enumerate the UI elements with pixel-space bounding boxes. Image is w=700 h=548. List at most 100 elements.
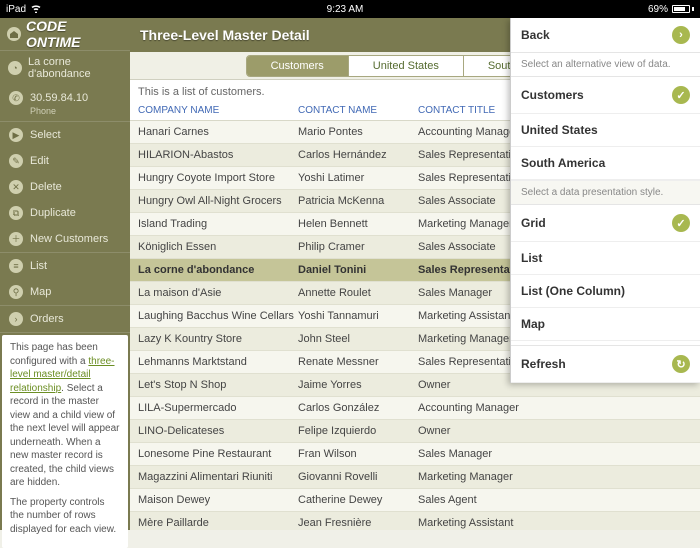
cell-company: Lehmanns Marktstand [138, 356, 298, 368]
popover-style-item[interactable]: List (One Column) [511, 275, 700, 308]
info-box: This page has been configured with a thr… [2, 335, 128, 548]
cell-company: Lonesome Pine Restaurant [138, 448, 298, 460]
sidebar-record-label: La corne d'abondance [28, 56, 122, 80]
check-icon: ✓ [672, 214, 690, 232]
page-title: Three-Level Master Detail [140, 27, 310, 43]
sidebar-item-select[interactable]: ▶ Select [0, 122, 130, 148]
popover-item-label: Grid [521, 216, 672, 230]
popover-item-label: South America [521, 156, 690, 170]
cell-company: Mère Paillarde [138, 517, 298, 529]
check-icon: ✓ [672, 86, 690, 104]
popover-style-item[interactable]: Map [511, 308, 700, 341]
cell-company: Laughing Bacchus Wine Cellars [138, 310, 298, 322]
cell-contact: Jean Fresnière [298, 517, 418, 529]
sidebar-server-label: 30.59.84.10 [30, 92, 88, 104]
cell-company: La maison d'Asie [138, 287, 298, 299]
sidebar-item-label: List [30, 260, 47, 272]
cell-company: La corne d'abondance [138, 264, 298, 276]
brand-label: CODE ONTIME [26, 18, 124, 50]
sidebar-server-sub: Phone [0, 106, 130, 121]
popover-refresh[interactable]: Refresh ↻ [511, 345, 700, 383]
refresh-icon: ↻ [672, 355, 690, 373]
popover-style-item[interactable]: List [511, 242, 700, 275]
cell-company: Island Trading [138, 218, 298, 230]
pencil-icon: ✎ [8, 153, 24, 169]
chevron-right-icon: › [8, 311, 24, 327]
copy-icon: ⧉ [8, 205, 24, 221]
table-row[interactable]: Magazzini Alimentari RiunitiGiovanni Rov… [130, 466, 700, 489]
sidebar-server[interactable]: ✆ 30.59.84.10 [0, 85, 130, 106]
sidebar-item-delete[interactable]: ✕ Delete [0, 174, 130, 200]
sidebar-item-label: Select [30, 129, 61, 141]
sidebar-view-map[interactable]: ⚲ Map [0, 279, 130, 305]
popover-view-item[interactable]: United States [511, 114, 700, 147]
sidebar-record[interactable]: ◔ La corne d'abondance [0, 51, 130, 85]
sidebar-item-duplicate[interactable]: ⧉ Duplicate [0, 200, 130, 226]
cell-contact: Yoshi Latimer [298, 172, 418, 184]
sidebar-item-label: Delete [30, 181, 62, 193]
popover-refresh-label: Refresh [521, 357, 672, 371]
cell-company: Hanari Carnes [138, 126, 298, 138]
popover-caption: Select a data presentation style. [511, 180, 700, 205]
popover-back[interactable]: Back › [511, 18, 700, 53]
cell-contact: Catherine Dewey [298, 494, 418, 506]
sidebar-item-new[interactable]: ＋ New Customers [0, 226, 130, 252]
brand-header[interactable]: CODE ONTIME [0, 18, 130, 50]
cell-company: Hungry Owl All-Night Grocers [138, 195, 298, 207]
cell-company: Lazy K Kountry Store [138, 333, 298, 345]
table-row[interactable]: Maison DeweyCatherine DeweySales Agent [130, 489, 700, 512]
table-row[interactable]: Mère PaillardeJean FresnièreMarketing As… [130, 512, 700, 530]
table-row[interactable]: LINO-DelicatesesFelipe IzquierdoOwner [130, 420, 700, 443]
cell-title: Owner [418, 425, 692, 437]
sidebar-view-list[interactable]: ≡ List [0, 253, 130, 279]
clock-icon: ◔ [8, 60, 22, 76]
view-menu-popover: Back › Select an alternative view of dat… [510, 18, 700, 383]
sidebar-item-edit[interactable]: ✎ Edit [0, 148, 130, 174]
cell-company: Maison Dewey [138, 494, 298, 506]
popover-item-label: List [521, 251, 690, 265]
tab-customers[interactable]: Customers [247, 56, 349, 76]
home-icon [6, 26, 22, 42]
list-icon: ≡ [8, 258, 24, 274]
sidebar-item-label: Map [30, 286, 51, 298]
cell-company: Let's Stop N Shop [138, 379, 298, 391]
play-icon: ▶ [8, 127, 24, 143]
map-icon: ⚲ [8, 284, 24, 300]
main-content: Three-Level Master Detail CustomersUnite… [130, 18, 700, 530]
cell-company: Hungry Coyote Import Store [138, 172, 298, 184]
popover-back-label: Back [521, 28, 672, 42]
popover-item-label: United States [521, 123, 690, 137]
popover-view-item[interactable]: Customers✓ [511, 77, 700, 114]
cell-contact: Annette Roulet [298, 287, 418, 299]
popover-style-item[interactable]: Grid✓ [511, 205, 700, 242]
popover-item-label: Map [521, 317, 690, 331]
tab-united-states[interactable]: United States [349, 56, 464, 76]
col-contact[interactable]: CONTACT NAME [298, 105, 418, 116]
cell-contact: Renate Messner [298, 356, 418, 368]
cell-contact: Carlos González [298, 402, 418, 414]
table-row[interactable]: Lonesome Pine RestaurantFran WilsonSales… [130, 443, 700, 466]
battery-percent: 69% [648, 4, 668, 15]
sidebar-item-label: Edit [30, 155, 49, 167]
popover-caption: Select an alternative view of data. [511, 53, 700, 77]
sidebar-orders[interactable]: › Orders [0, 306, 130, 332]
cell-company: LINO-Delicateses [138, 425, 298, 437]
cell-contact: Felipe Izquierdo [298, 425, 418, 437]
cell-contact: Yoshi Tannamuri [298, 310, 418, 322]
cell-title: Marketing Manager [418, 471, 692, 483]
sidebar-item-label: Orders [30, 313, 64, 325]
wifi-icon [30, 3, 42, 16]
cell-contact: Giovanni Rovelli [298, 471, 418, 483]
popover-item-label: Customers [521, 88, 672, 102]
table-row[interactable]: LILA-SupermercadoCarlos GonzálezAccounti… [130, 397, 700, 420]
col-company[interactable]: COMPANY NAME [138, 105, 298, 116]
sidebar-item-label: New Customers [30, 233, 108, 245]
device-label: iPad [6, 4, 26, 15]
cell-contact: John Steel [298, 333, 418, 345]
trash-icon: ✕ [8, 179, 24, 195]
cell-contact: Mario Pontes [298, 126, 418, 138]
cell-title: Accounting Manager [418, 402, 692, 414]
cell-company: Königlich Essen [138, 241, 298, 253]
popover-view-item[interactable]: South America [511, 147, 700, 180]
cell-company: HILARION-Abastos [138, 149, 298, 161]
